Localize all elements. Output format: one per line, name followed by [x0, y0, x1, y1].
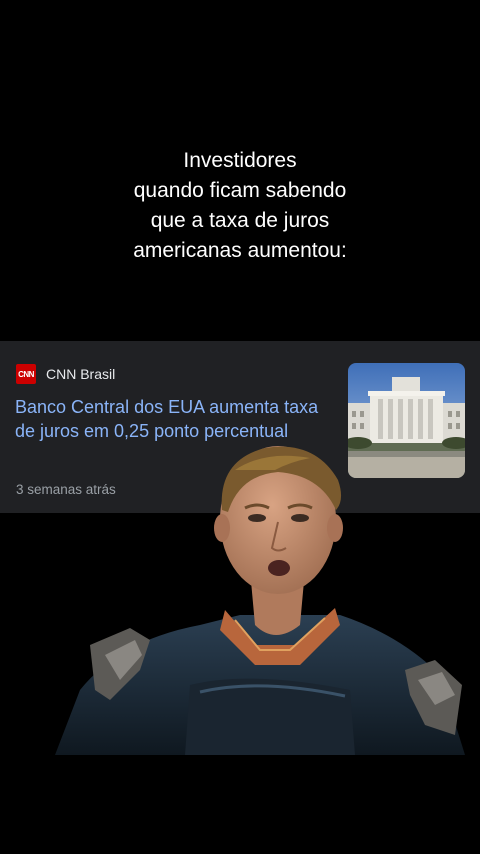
source-name: CNN Brasil [46, 366, 116, 382]
meme-caption: Investidores quando ficam sabendo que a … [133, 149, 347, 262]
shocked-man-cutout [50, 440, 470, 760]
news-headline[interactable]: Banco Central dos EUA aumenta taxa de ju… [15, 395, 325, 443]
cnn-logo-icon: CNN [16, 364, 36, 384]
shocked-man-photo-icon [55, 446, 465, 755]
news-source: CNN CNN Brasil [16, 363, 115, 385]
